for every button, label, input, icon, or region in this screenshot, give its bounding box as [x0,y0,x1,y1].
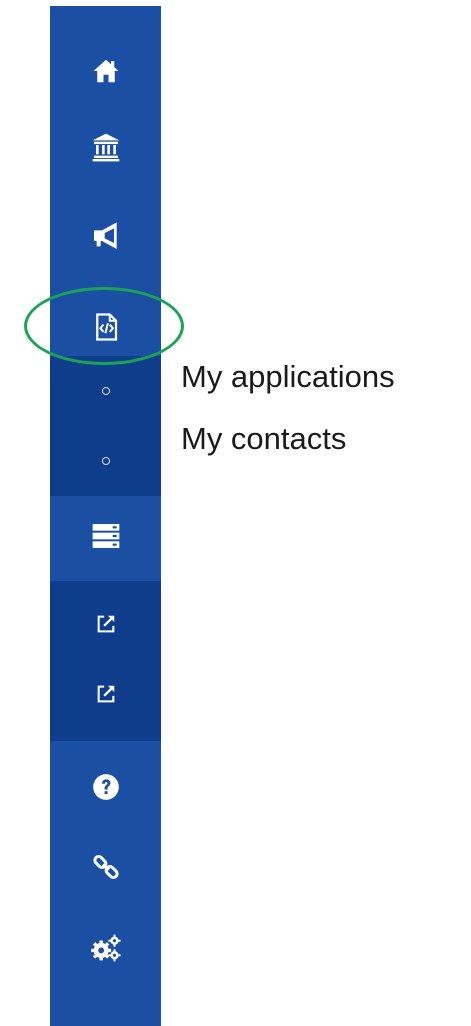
nav-item-links[interactable] [50,842,161,892]
submenu-label-my-contacts[interactable]: My contacts [181,421,346,457]
bullet-icon [101,387,110,395]
settings-icon [89,933,123,963]
nav-item-settings[interactable] [50,923,161,973]
nav-item-institution[interactable] [50,122,161,172]
bullet-icon [101,457,110,465]
nav-item-external-link-2[interactable] [50,669,161,719]
nav-item-external-link-1[interactable] [50,599,161,649]
megaphone-icon [90,221,122,253]
nav-item-services[interactable] [50,511,161,561]
submenu-group [50,356,161,496]
server-icon [90,521,122,551]
external-link-icon [95,613,117,635]
submenu-bullet-my-contacts[interactable] [50,426,161,496]
nav-item-home[interactable] [50,46,161,96]
sidebar [50,6,161,1026]
page: My applications My contacts [0,0,471,1026]
home-icon [91,56,121,86]
submenu-bullet-my-applications[interactable] [50,356,161,426]
external-links-group [50,581,161,741]
submenu-label-my-applications[interactable]: My applications [181,359,395,395]
file-code-icon [91,312,121,342]
nav-item-developer[interactable] [50,302,161,352]
external-link-icon [95,683,117,705]
link-icon [91,852,121,882]
institution-icon [90,131,122,163]
nav-item-help[interactable] [50,762,161,812]
nav-item-announcements[interactable] [50,212,161,262]
help-icon [92,773,120,801]
